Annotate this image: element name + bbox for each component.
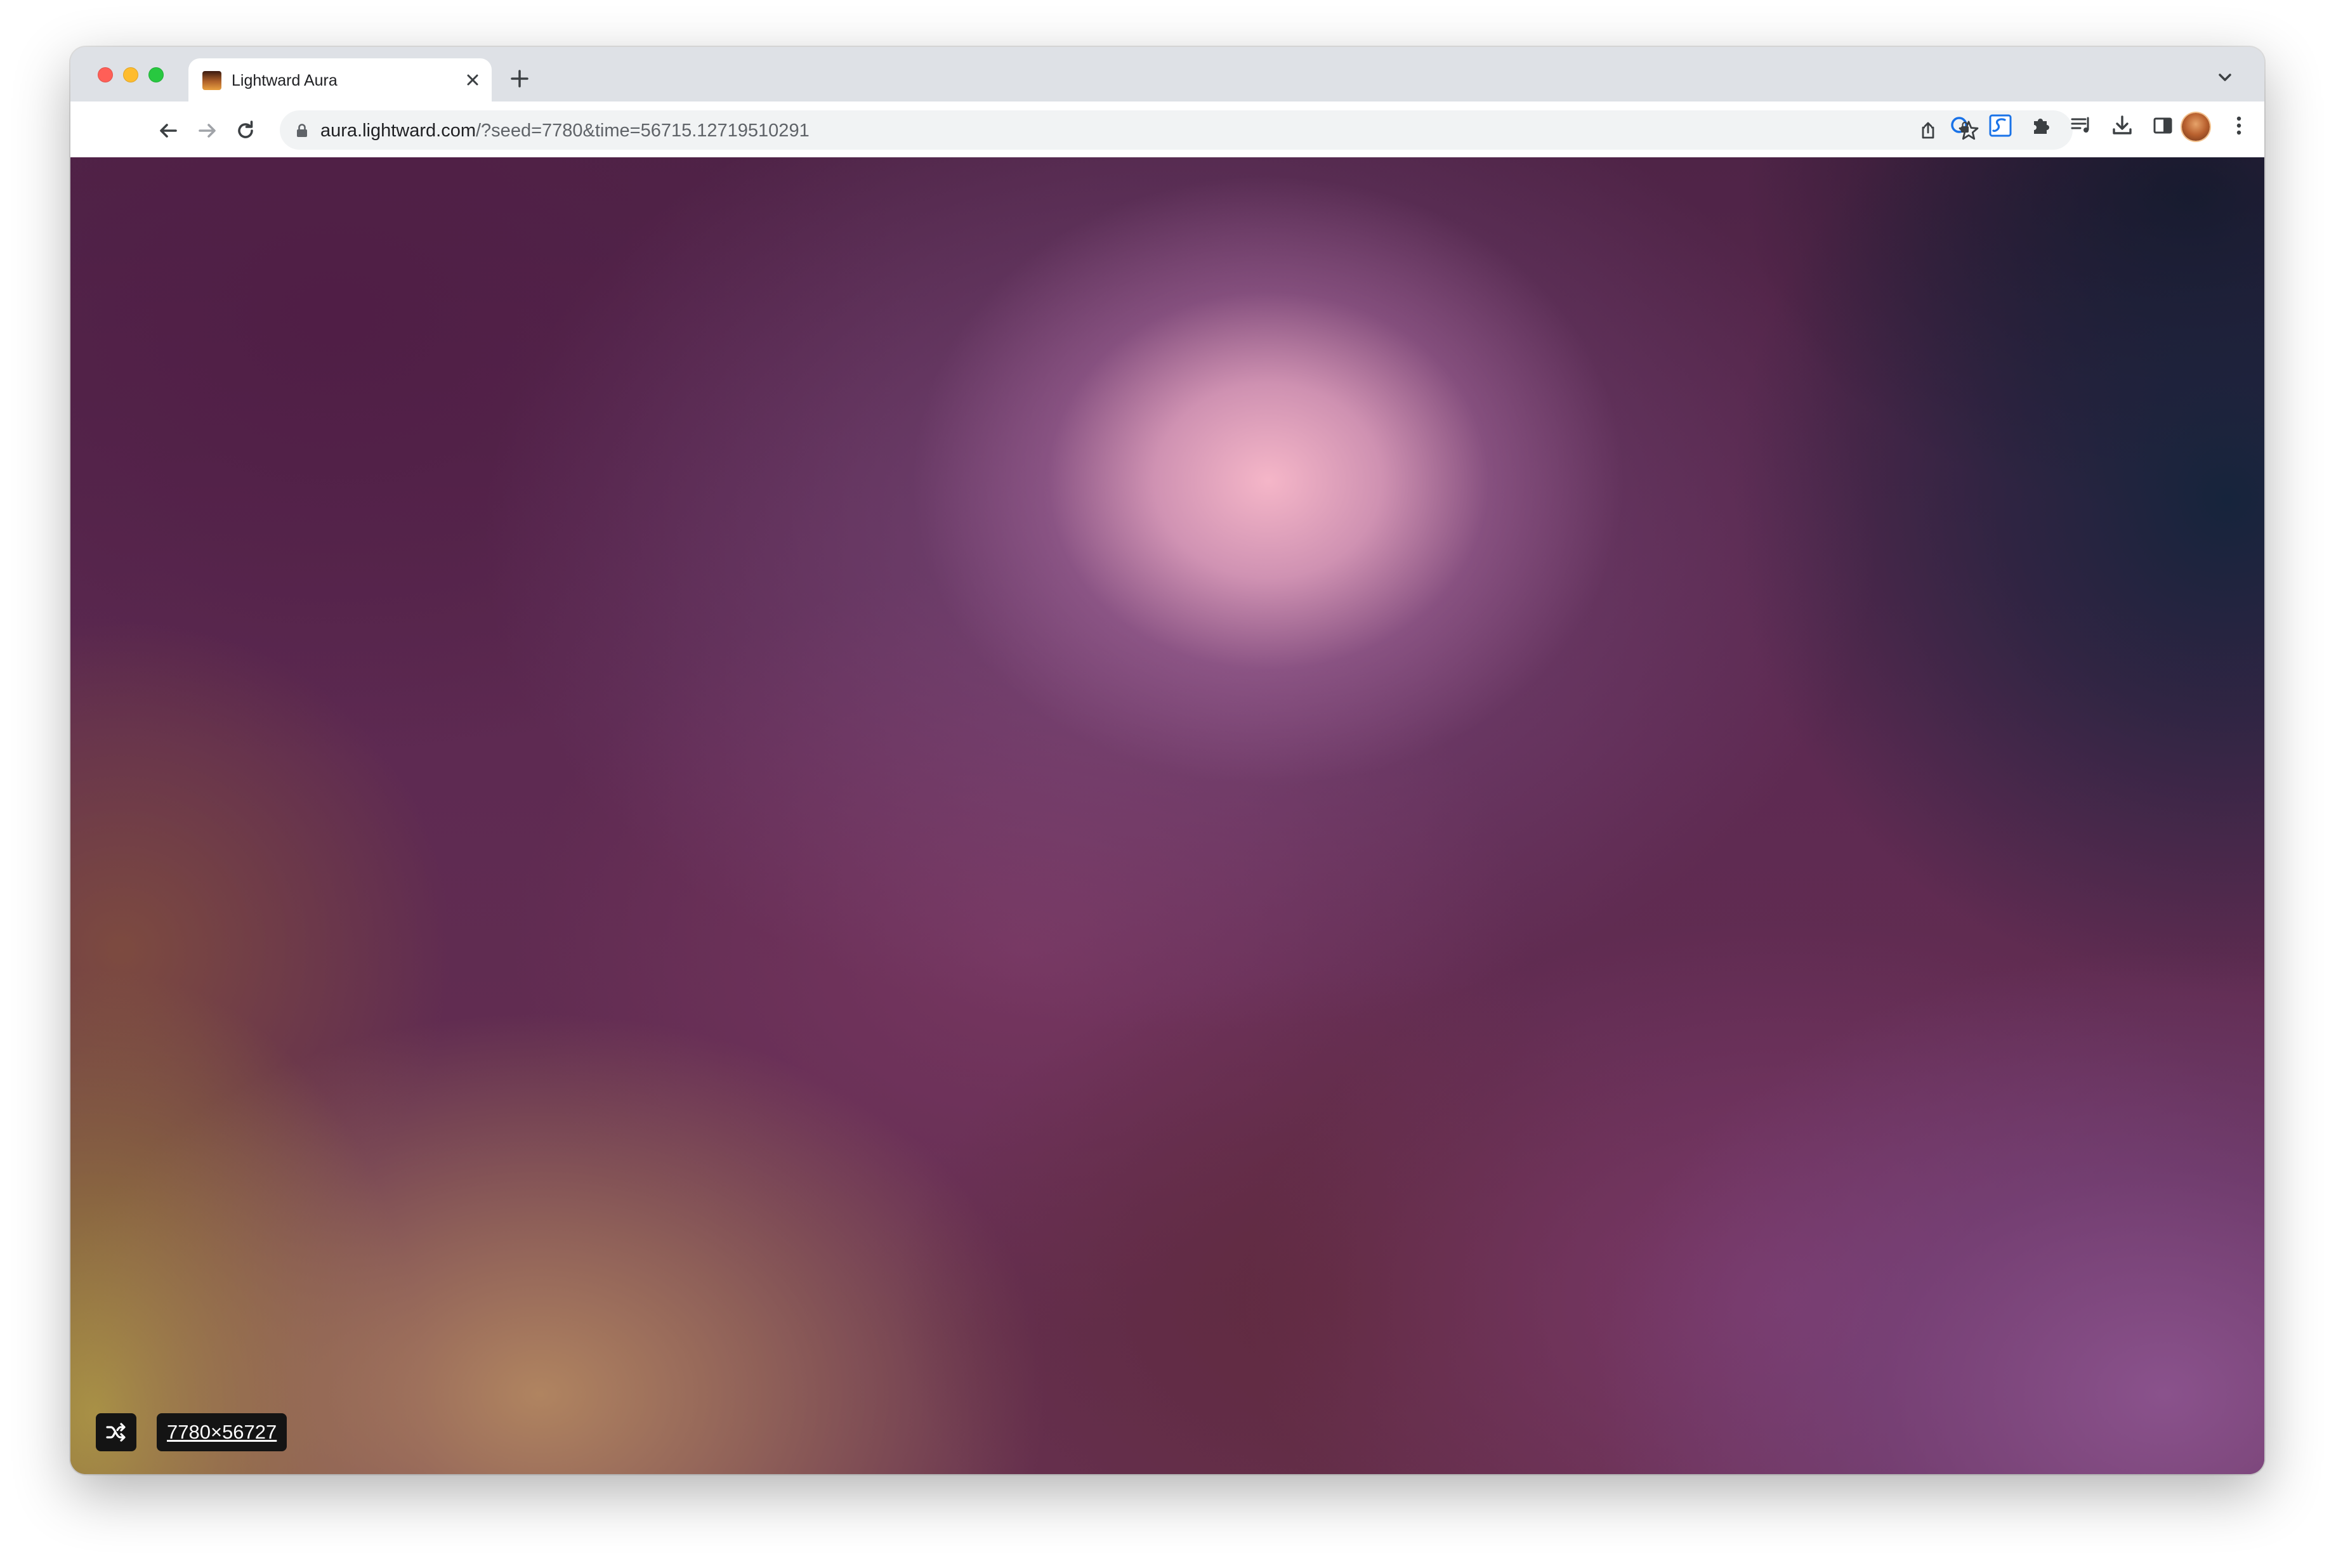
reading-list-button[interactable]	[2066, 110, 2097, 141]
favicon-icon	[202, 71, 221, 90]
profile-avatar[interactable]	[2182, 113, 2210, 141]
extensions-button[interactable]	[2026, 110, 2056, 141]
forward-button[interactable]	[191, 110, 224, 151]
url-domain: aura.lightward.com	[320, 121, 476, 141]
extension-snip-button[interactable]	[1985, 110, 2016, 141]
kebab-menu-icon	[2236, 116, 2241, 135]
reload-icon	[238, 121, 253, 138]
password-manager-icon	[1951, 117, 1969, 133]
tab-search-button[interactable]	[2214, 66, 2236, 89]
shuffle-icon	[106, 1423, 126, 1442]
chevron-down-icon	[2219, 74, 2231, 81]
tab-strip: Lightward Aura	[70, 47, 2264, 101]
browser-window: Lightward Aura aura.lightward.com/?seed=…	[70, 47, 2264, 1474]
url-text[interactable]: aura.lightward.com/?seed=7780&time=56715…	[320, 121, 810, 141]
tab-lightward-aura[interactable]: Lightward Aura	[188, 58, 492, 101]
close-icon	[467, 74, 478, 86]
extension-password-button[interactable]	[1945, 110, 1976, 141]
reload-button[interactable]	[233, 110, 258, 151]
address-bar[interactable]: aura.lightward.com/?seed=7780&time=56715…	[280, 110, 2073, 150]
tab-title: Lightward Aura	[232, 72, 338, 89]
downloads-button[interactable]	[2107, 110, 2137, 141]
side-panel-button[interactable]	[2148, 110, 2178, 141]
browser-menu-button[interactable]	[2226, 110, 2252, 141]
share-icon	[1922, 122, 1934, 139]
plus-icon	[511, 70, 528, 88]
minimize-window-button[interactable]	[123, 67, 138, 82]
close-window-button[interactable]	[98, 67, 113, 82]
url-path: /?seed=7780&time=56715.12719510291	[476, 121, 810, 141]
maximize-window-button[interactable]	[148, 67, 164, 82]
back-button[interactable]	[152, 110, 185, 151]
close-tab-button[interactable]	[463, 70, 483, 90]
seed-link[interactable]: 7780×56727	[157, 1413, 287, 1451]
new-tab-button[interactable]	[506, 65, 534, 93]
aura-canvas: 7780×56727	[70, 157, 2264, 1474]
lock-icon[interactable]	[294, 122, 310, 139]
screenshot-icon	[1989, 114, 2012, 137]
shuffle-button[interactable]	[96, 1413, 136, 1451]
puzzle-icon	[2034, 119, 2049, 134]
back-arrow-icon	[160, 124, 177, 138]
back-button[interactable]	[70, 101, 103, 147]
share-button[interactable]	[1915, 118, 1941, 143]
forward-arrow-icon	[199, 124, 216, 138]
download-icon	[2113, 115, 2132, 134]
side-panel-icon	[2153, 117, 2172, 134]
media-queue-icon	[2071, 117, 2089, 133]
